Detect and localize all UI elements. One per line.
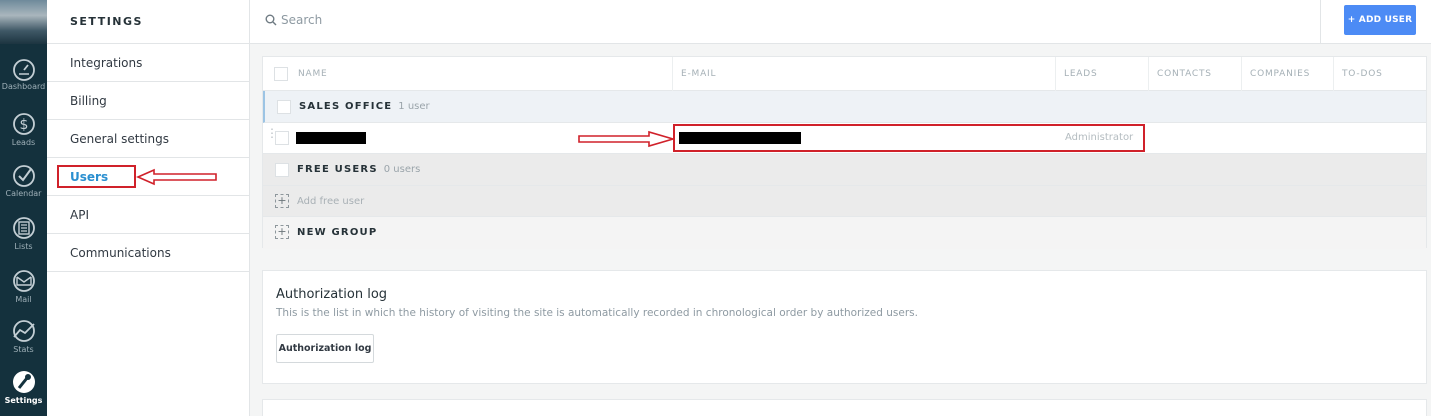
settings-item-api[interactable]: API (47, 196, 249, 234)
check-circle-icon (12, 165, 35, 187)
col-todos[interactable]: TO-DOS (1333, 57, 1383, 91)
nav-settings[interactable]: Settings (0, 368, 47, 406)
top-bar: Search + ADD USER (250, 0, 1431, 44)
group-name: SALES OFFICE 1 user (299, 91, 430, 123)
nav-stats-label: Stats (13, 345, 34, 354)
settings-item-communications[interactable]: Communications (47, 234, 249, 272)
col-leads[interactable]: LEADS (1055, 57, 1098, 91)
next-card (262, 399, 1427, 416)
plus-icon[interactable]: + (275, 194, 289, 208)
nav-dashboard[interactable]: Dashboard (0, 58, 47, 92)
nav-stats[interactable]: Stats (0, 317, 47, 355)
add-free-user-row[interactable]: + Add free user (263, 186, 1426, 217)
wrench-icon (12, 371, 35, 393)
settings-item-billing[interactable]: Billing (47, 82, 249, 120)
group-checkbox[interactable] (275, 163, 289, 177)
search-box[interactable]: Search (265, 13, 322, 27)
col-email[interactable]: E-MAIL (672, 57, 716, 91)
new-group-button[interactable]: NEW GROUP (297, 217, 377, 249)
users-table: NAME E-MAIL LEADS CONTACTS COMPANIES TO-… (262, 56, 1427, 249)
col-companies[interactable]: COMPANIES (1241, 57, 1310, 91)
row-checkbox[interactable] (275, 131, 289, 145)
nav-lists[interactable]: Lists (0, 214, 47, 252)
nav-lists-label: Lists (14, 242, 33, 251)
group-checkbox[interactable] (277, 100, 291, 114)
card-description: This is the list in which the history of… (276, 307, 918, 319)
plus-icon[interactable]: + (275, 225, 289, 239)
select-all-checkbox[interactable] (274, 67, 288, 81)
annotation-arrow-left (136, 168, 217, 186)
group-name: FREE USERS 0 users (297, 154, 420, 186)
col-contacts[interactable]: CONTACTS (1148, 57, 1212, 91)
list-icon (12, 217, 35, 239)
users-highlight-box (57, 165, 136, 188)
search-input[interactable]: Search (281, 13, 322, 27)
group-count: 1 user (398, 101, 430, 112)
group-count: 0 users (383, 164, 421, 175)
new-group-row[interactable]: + NEW GROUP (263, 217, 1426, 249)
card-title: Authorization log (276, 287, 388, 302)
account-logo[interactable] (0, 0, 47, 44)
svg-text:$: $ (19, 117, 28, 133)
nav-calendar[interactable]: Calendar (0, 163, 47, 199)
nav-settings-label: Settings (4, 396, 43, 405)
add-user-button[interactable]: + ADD USER (1344, 5, 1416, 35)
search-icon (265, 14, 277, 26)
group-name-text: SALES OFFICE (299, 101, 393, 112)
nav-dashboard-label: Dashboard (1, 82, 46, 91)
settings-title: SETTINGS (47, 0, 249, 44)
redacted-user-name (296, 132, 366, 144)
nav-calendar-label: Calendar (5, 189, 42, 198)
stats-icon (12, 320, 35, 342)
email-highlight-box (673, 124, 1145, 152)
topbar-divider (1320, 0, 1321, 44)
settings-item-integrations[interactable]: Integrations (47, 44, 249, 82)
nav-mail[interactable]: Mail (0, 267, 47, 305)
nav-leads[interactable]: $ Leads (0, 110, 47, 148)
add-free-user-link[interactable]: Add free user (297, 186, 364, 217)
table-header: NAME E-MAIL LEADS CONTACTS COMPANIES TO-… (263, 57, 1426, 91)
authorization-log-button[interactable]: Authorization log (276, 334, 374, 363)
settings-panel: SETTINGS Integrations Billing General se… (47, 0, 250, 416)
col-name[interactable]: NAME (290, 57, 328, 91)
dollar-icon: $ (12, 113, 35, 135)
settings-item-general[interactable]: General settings (47, 120, 249, 158)
main-nav-rail: Dashboard $ Leads Calendar Lists Mail St… (0, 0, 47, 416)
authorization-log-card: Authorization log This is the list in wh… (262, 270, 1427, 384)
nav-mail-label: Mail (15, 295, 32, 304)
dashboard-icon (12, 59, 35, 81)
group-row-free-users[interactable]: FREE USERS 0 users (263, 154, 1426, 186)
annotation-arrow-right (578, 130, 675, 148)
nav-leads-label: Leads (11, 138, 36, 147)
group-row-sales-office[interactable]: SALES OFFICE 1 user (263, 91, 1426, 123)
group-name-text: FREE USERS (297, 164, 378, 175)
mail-icon (12, 270, 35, 292)
